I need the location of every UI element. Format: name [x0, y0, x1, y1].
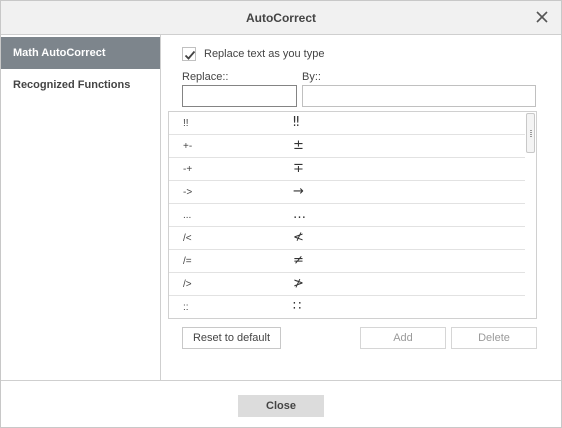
dialog-title: AutoCorrect — [245, 11, 316, 25]
by-cell: → — [293, 184, 304, 199]
scrollbar-thumb[interactable] — [526, 113, 535, 153]
close-button[interactable]: Close — [238, 395, 324, 417]
replace-as-you-type-label: Replace text as you type — [204, 48, 325, 60]
reset-to-default-button[interactable]: Reset to default — [182, 327, 281, 349]
replace-cell: -+ — [183, 164, 193, 175]
list-item[interactable]: /> ≯ — [169, 273, 526, 296]
by-input[interactable] — [302, 85, 536, 107]
by-label: By:: — [302, 71, 321, 83]
by-cell: ≯ — [293, 276, 304, 291]
list-item[interactable]: :: ∷ — [169, 296, 526, 318]
replace-cell: /= — [183, 256, 192, 267]
delete-button[interactable]: Delete — [451, 327, 537, 349]
by-cell: ≠ — [293, 253, 304, 268]
sidebar-item-math-autocorrect[interactable]: Math AutoCorrect — [1, 37, 160, 69]
by-cell: ‼ — [293, 115, 300, 130]
by-cell: ∓ — [293, 161, 304, 176]
replace-cell: ... — [183, 210, 192, 221]
grip-line — [530, 134, 532, 135]
list-scrollbar[interactable] — [525, 112, 536, 318]
replace-input[interactable] — [182, 85, 297, 107]
list-item[interactable]: /= ≠ — [169, 250, 526, 273]
by-cell: … — [293, 207, 306, 222]
by-cell: ≮ — [293, 230, 304, 245]
math-autocorrect-panel: Replace text as you type Replace:: By:: … — [162, 35, 561, 380]
replace-cell: -> — [183, 187, 193, 198]
replace-cell: !! — [183, 118, 189, 129]
replace-cell: :: — [183, 302, 189, 313]
list-item[interactable]: /< ≮ — [169, 227, 526, 250]
grip-line — [530, 132, 532, 133]
close-icon[interactable] — [532, 7, 552, 27]
autocorrect-list: !! ‼ +- ± -+ ∓ -> → ... … /< ≮ /= ≠ /> ≯… — [168, 111, 537, 319]
list-item[interactable]: -+ ∓ — [169, 158, 526, 181]
replace-cell: /> — [183, 279, 192, 290]
replace-as-you-type-checkbox[interactable] — [182, 47, 196, 61]
by-cell: ∷ — [293, 299, 302, 314]
dialog-titlebar: AutoCorrect — [1, 1, 561, 35]
list-item[interactable]: +- ± — [169, 135, 526, 158]
replace-label: Replace:: — [182, 71, 229, 83]
replace-cell: +- — [183, 141, 193, 152]
sidebar: Math AutoCorrect Recognized Functions — [1, 35, 161, 380]
grip-line — [530, 136, 532, 137]
by-cell: ± — [293, 138, 304, 153]
dialog-footer: Close — [1, 380, 561, 427]
sidebar-item-recognized-functions[interactable]: Recognized Functions — [1, 69, 160, 101]
grip-line — [530, 130, 532, 131]
checkmark-icon — [184, 50, 196, 60]
add-button[interactable]: Add — [360, 327, 446, 349]
autocorrect-dialog: AutoCorrect Math AutoCorrect Recognized … — [0, 0, 562, 428]
list-item[interactable]: ... … — [169, 204, 526, 227]
replace-cell: /< — [183, 233, 192, 244]
list-item[interactable]: !! ‼ — [169, 112, 526, 135]
list-item[interactable]: -> → — [169, 181, 526, 204]
